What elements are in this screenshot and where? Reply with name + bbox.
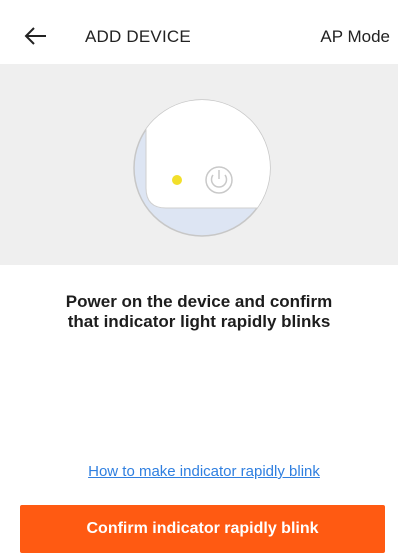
device-illustration-panel bbox=[0, 64, 398, 265]
arrow-left-icon bbox=[24, 27, 46, 45]
back-button[interactable] bbox=[22, 22, 52, 50]
instruction-text: Power on the device and confirm that ind… bbox=[20, 292, 378, 332]
add-device-screen: ADD DEVICE AP Mode Power on the device a… bbox=[0, 0, 398, 553]
instruction-line-1: Power on the device and confirm bbox=[65, 292, 333, 311]
ap-mode-button[interactable]: AP Mode bbox=[320, 27, 390, 47]
help-link[interactable]: How to make indicator rapidly blink bbox=[0, 463, 398, 480]
device-illustration bbox=[133, 99, 271, 237]
instruction-line-2: that indicator light rapidly blinks bbox=[67, 312, 331, 331]
confirm-indicator-button[interactable]: Confirm indicator rapidly blink bbox=[20, 505, 385, 553]
header-bar: ADD DEVICE AP Mode bbox=[0, 0, 398, 64]
page-title: ADD DEVICE bbox=[85, 27, 191, 46]
indicator-light bbox=[172, 175, 182, 185]
